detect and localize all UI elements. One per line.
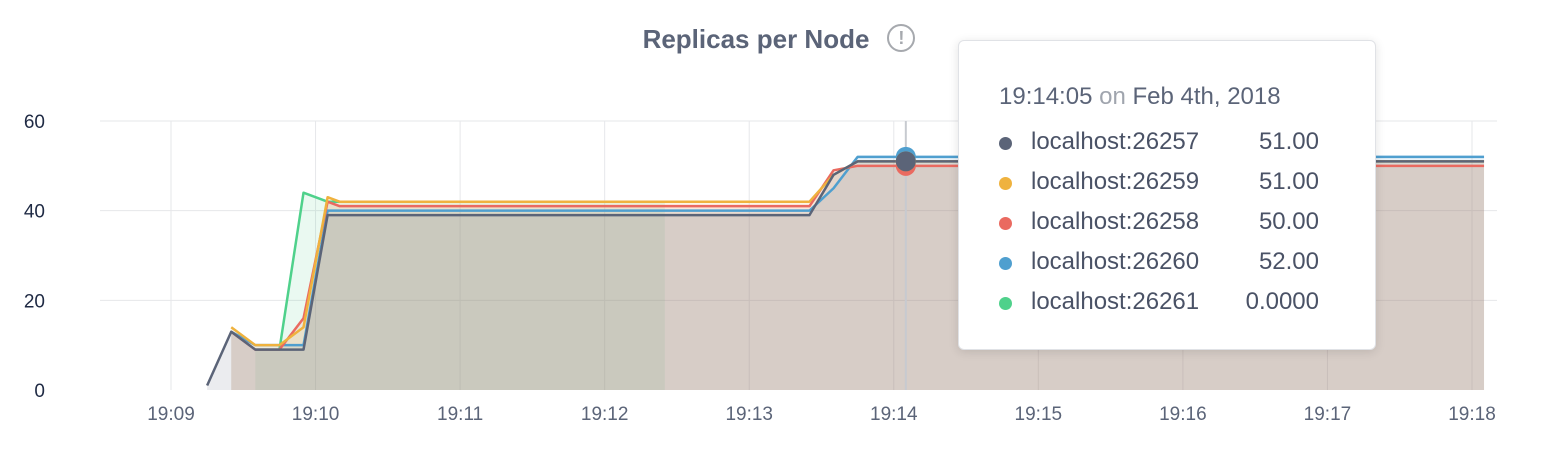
y-tick-label: 60 [24, 112, 45, 133]
x-tick-label: 19:16 [1159, 404, 1207, 425]
info-icon[interactable]: ! [887, 24, 916, 52]
y-tick-label: 20 [24, 291, 45, 312]
chart-title: Replicas per Node [642, 24, 870, 54]
x-tick-label: 19:13 [725, 404, 773, 425]
tooltip-date: Feb 4th, 2018 [1132, 83, 1281, 110]
x-tick-label: 19:09 [147, 404, 195, 425]
tooltip-series-name: localhost:26261 [1031, 288, 1200, 315]
series-dot [999, 177, 1012, 190]
x-tick-label: 19:18 [1448, 404, 1496, 425]
tooltip-series-name: localhost:26260 [1031, 248, 1200, 275]
tooltip-row: localhost:26257 51.00 [999, 128, 1319, 158]
x-tick-label: 19:11 [437, 404, 483, 425]
tooltip-row: localhost:26261 0.0000 [999, 288, 1319, 318]
tooltip-series-value: 51.00 [1258, 168, 1319, 195]
x-tick-label: 19:17 [1304, 404, 1352, 425]
series-dot [999, 297, 1012, 310]
x-tick-label: 19:15 [1015, 404, 1063, 425]
tooltip-time: 19:14:05 [999, 83, 1093, 110]
tooltip-series-value: 51.00 [1258, 128, 1319, 155]
hover-marker [895, 151, 916, 172]
tooltip-header: 19:14:05 on Feb 4th, 2018 [999, 83, 1281, 111]
tooltip-series-name: localhost:26258 [1031, 208, 1200, 235]
x-tick-label: 19:12 [581, 404, 629, 425]
chart-tooltip: 19:14:05 on Feb 4th, 2018 localhost:2625… [958, 40, 1376, 350]
tooltip-series-value: 50.00 [1258, 208, 1319, 235]
tooltip-series-name: localhost:26259 [1031, 168, 1200, 195]
tooltip-series-name: localhost:26257 [1031, 128, 1200, 155]
tooltip-on: on [1099, 83, 1126, 110]
tooltip-row: localhost:26258 50.00 [999, 208, 1319, 238]
x-tick-label: 19:14 [870, 404, 918, 425]
series-dot [999, 257, 1012, 270]
tooltip-series-value: 0.0000 [1245, 288, 1319, 315]
y-tick-label: 40 [24, 202, 45, 223]
tooltip-row: localhost:26259 51.00 [999, 168, 1319, 198]
y-tick-label: 0 [34, 381, 45, 402]
series-dot [999, 217, 1012, 230]
x-tick-label: 19:10 [292, 404, 340, 425]
series-dot [999, 137, 1012, 150]
tooltip-series-value: 52.00 [1258, 248, 1319, 275]
tooltip-row: localhost:26260 52.00 [999, 248, 1319, 278]
